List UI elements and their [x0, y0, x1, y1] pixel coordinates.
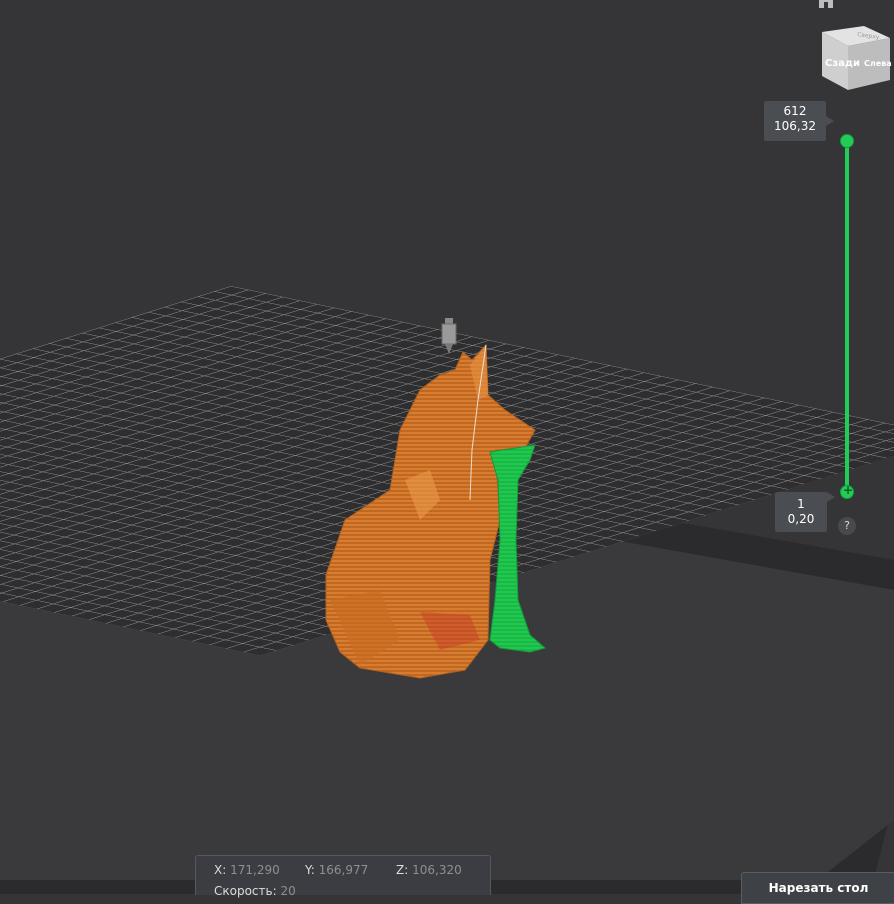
- home-icon[interactable]: [817, 0, 835, 8]
- slider-top-height: 106,32: [774, 119, 816, 133]
- 3d-viewport[interactable]: [0, 0, 894, 894]
- layer-slider-track[interactable]: [845, 141, 849, 493]
- x-label: X:: [214, 863, 227, 877]
- speed-value: 20: [280, 884, 296, 898]
- slice-plate-button[interactable]: Нарезать стол: [741, 872, 894, 904]
- slider-bottom-height: 0,20: [787, 512, 815, 526]
- z-label: Z:: [396, 863, 409, 877]
- x-value: 171,290: [230, 863, 280, 877]
- view-cube-front-face[interactable]: Сзади: [825, 58, 860, 69]
- help-icon[interactable]: ?: [838, 517, 856, 535]
- y-label: Y:: [305, 863, 315, 877]
- slider-bottom-handle[interactable]: [840, 483, 854, 499]
- coordinates-panel: X: 171,290 Y: 166,977 Z: 106,320 Скорост…: [195, 855, 491, 898]
- z-value: 106,320: [412, 863, 462, 877]
- slider-top-label: 612 106,32: [764, 101, 834, 141]
- y-value: 166,977: [318, 863, 369, 877]
- slider-bottom-layer: 1: [797, 497, 805, 511]
- slider-top-layer: 612: [783, 104, 807, 118]
- slider-bottom-label: 1 0,20: [775, 492, 835, 532]
- view-cube-side-face[interactable]: Слева: [864, 59, 892, 68]
- slider-top-handle[interactable]: [840, 134, 854, 148]
- speed-label: Скорость:: [214, 884, 277, 898]
- view-cube[interactable]: Сверху Сзади Слева: [818, 24, 892, 94]
